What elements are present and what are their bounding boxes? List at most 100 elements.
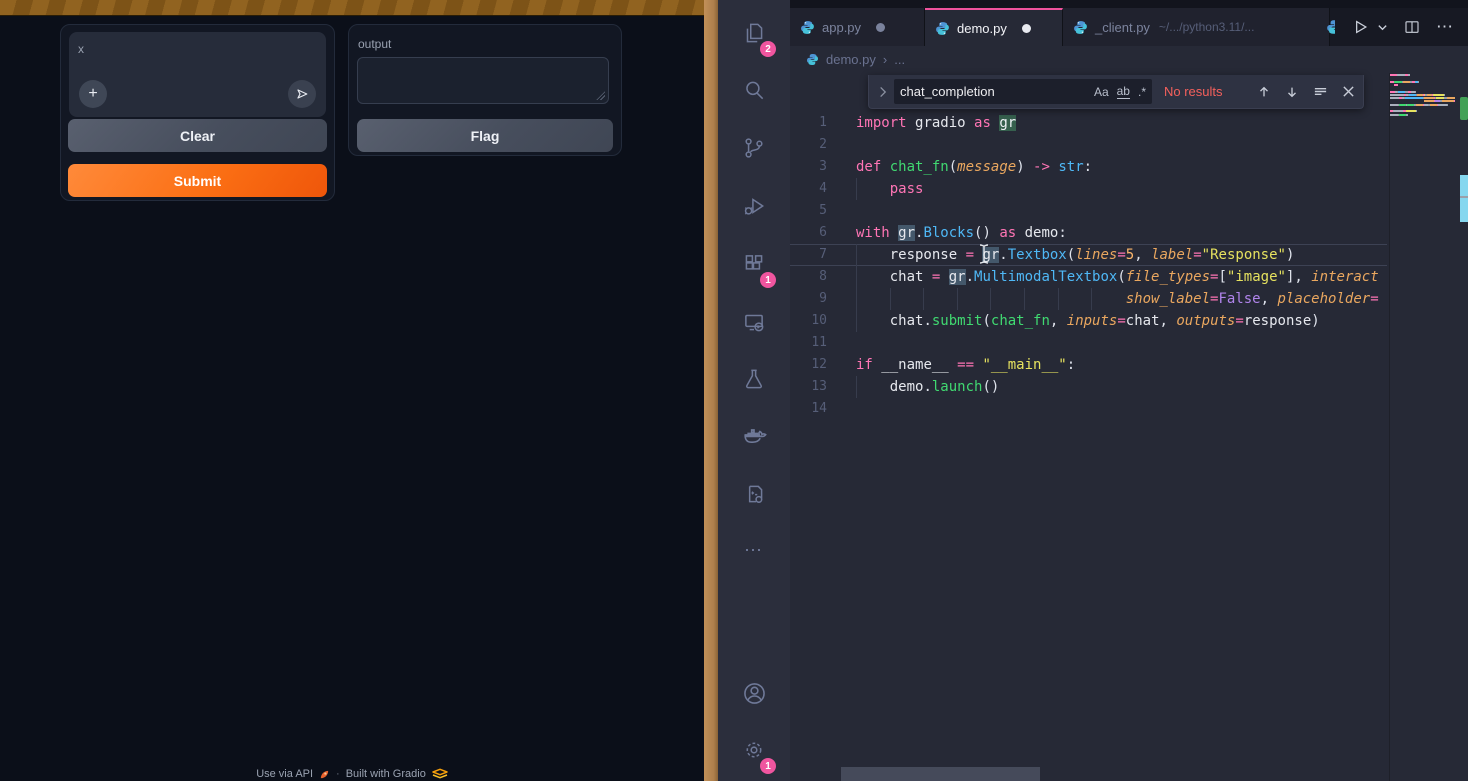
code-text: chat = gr.MultimodalTextbox(file_types=[… xyxy=(856,266,1379,288)
code-line[interactable]: 14 xyxy=(790,398,1387,420)
explorer-badge: 2 xyxy=(760,41,776,57)
clipped-tab-python-icon xyxy=(1326,19,1335,35)
line-number: 11 xyxy=(790,332,827,354)
close-find-button[interactable] xyxy=(1342,85,1355,98)
line-number: 2 xyxy=(790,134,827,156)
output-textarea[interactable] xyxy=(357,57,609,104)
more-actions-button[interactable]: ⋯ xyxy=(1436,17,1454,37)
send-button[interactable] xyxy=(288,80,316,108)
code-text: chat.submit(chat_fn, inputs=chat, output… xyxy=(856,310,1320,332)
tab-label: _client.py xyxy=(1095,20,1150,35)
whole-word-toggle[interactable]: ab xyxy=(1117,84,1130,99)
code-line[interactable]: 8 chat = gr.MultimodalTextbox(file_types… xyxy=(790,266,1387,288)
line-number: 6 xyxy=(790,222,827,244)
code-line[interactable]: 7 response = gr.Textbox(lines=5, label="… xyxy=(790,244,1387,266)
split-editor-button[interactable] xyxy=(1403,18,1421,36)
account-icon[interactable] xyxy=(718,669,790,717)
send-icon xyxy=(294,86,310,102)
browser-top-stripe xyxy=(0,0,718,16)
activity-bar: 2 1 xyxy=(718,0,790,781)
overview-ruler[interactable] xyxy=(1460,0,1468,781)
run-dropdown-chevron-icon[interactable] xyxy=(1377,22,1388,33)
find-input[interactable]: chat_completion Aa ab .* xyxy=(894,79,1152,104)
breadcrumb-more[interactable]: ... xyxy=(894,52,905,67)
find-widget: chat_completion Aa ab .* No results xyxy=(868,75,1364,109)
source-control-icon[interactable] xyxy=(718,124,790,172)
line-number: 14 xyxy=(790,398,827,420)
minimap-line xyxy=(1390,114,1408,116)
horizontal-scrollbar[interactable] xyxy=(841,767,1040,781)
output-label: output xyxy=(358,37,391,51)
remote-explorer-icon[interactable] xyxy=(718,298,790,346)
docker-icon[interactable] xyxy=(718,413,790,461)
code-line[interactable]: 3def chat_fn(message) -> str: xyxy=(790,156,1387,178)
line-number: 8 xyxy=(790,266,827,288)
built-with-gradio-link[interactable]: Built with Gradio xyxy=(346,768,426,780)
minimap-line xyxy=(1390,110,1417,112)
regex-toggle[interactable]: .* xyxy=(1138,85,1146,99)
screenshot-stage: x + Clear Submit output Flag Use via API xyxy=(0,0,1468,781)
minimap-line xyxy=(1390,84,1398,86)
code-line[interactable]: 1import gradio as gr xyxy=(790,112,1387,134)
run-python-file-button[interactable] xyxy=(1350,17,1370,37)
code-line[interactable]: 11 xyxy=(790,332,1387,354)
ruler-mark-green xyxy=(1460,97,1468,120)
modified-dot[interactable] xyxy=(1022,24,1031,33)
line-number: 13 xyxy=(790,376,827,398)
tab-description: ~/.../python3.11/... xyxy=(1159,20,1255,34)
find-in-selection-button[interactable] xyxy=(1313,84,1328,99)
find-status: No results xyxy=(1164,84,1223,99)
use-via-api-link[interactable]: Use via API xyxy=(256,768,313,780)
find-query-text[interactable]: chat_completion xyxy=(900,84,1086,99)
minimap-line xyxy=(1390,81,1419,83)
line-number: 4 xyxy=(790,178,827,200)
previous-match-button[interactable] xyxy=(1257,85,1271,99)
multimodal-textbox[interactable]: x + xyxy=(69,32,326,117)
run-debug-icon[interactable] xyxy=(718,182,790,230)
minimap-line xyxy=(1390,104,1448,106)
code-line[interactable]: 4 pass xyxy=(790,178,1387,200)
line-number: 1 xyxy=(790,112,827,134)
code-line[interactable]: 12if __name__ == "__main__": xyxy=(790,354,1387,376)
search-icon[interactable] xyxy=(718,66,790,114)
explorer-icon[interactable]: 2 xyxy=(718,9,790,57)
tab-label: demo.py xyxy=(957,21,1007,36)
code-line[interactable]: 6with gr.Blocks() as demo: xyxy=(790,222,1387,244)
flag-button[interactable]: Flag xyxy=(357,119,613,152)
code-line[interactable]: 13 demo.launch() xyxy=(790,376,1387,398)
editor-actions: ⋯ xyxy=(1326,8,1468,46)
code-editor[interactable]: 1import gradio as gr23def chat_fn(messag… xyxy=(790,73,1387,781)
next-match-button[interactable] xyxy=(1285,85,1299,99)
toggle-replace-chevron-icon[interactable] xyxy=(877,85,888,99)
line-number: 7 xyxy=(790,244,827,266)
submit-button[interactable]: Submit xyxy=(68,164,327,197)
attach-file-button[interactable]: + xyxy=(79,80,107,108)
more-views-icon[interactable]: ⋯ xyxy=(718,526,790,574)
file-settings-icon[interactable] xyxy=(718,470,790,518)
test-beaker-icon[interactable] xyxy=(718,355,790,403)
rocket-icon xyxy=(319,769,330,780)
tab-demo-py[interactable]: demo.py xyxy=(925,8,1063,46)
breadcrumb-file[interactable]: demo.py xyxy=(826,52,876,67)
minimap-line xyxy=(1390,74,1410,76)
ruler-mark-cyan xyxy=(1460,175,1468,222)
code-line[interactable]: 10 chat.submit(chat_fn, inputs=chat, out… xyxy=(790,310,1387,332)
clear-button[interactable]: Clear xyxy=(68,119,327,152)
code-line[interactable]: 5 xyxy=(790,200,1387,222)
minimap-divider xyxy=(1389,73,1390,781)
extensions-icon[interactable]: 1 xyxy=(718,240,790,288)
gradio-app-panel: x + Clear Submit output Flag Use via API xyxy=(0,0,704,781)
settings-gear-icon[interactable]: 1 xyxy=(718,726,790,774)
resize-handle[interactable] xyxy=(596,91,605,100)
tab-app-py[interactable]: app.py xyxy=(790,8,925,46)
modified-dot[interactable] xyxy=(876,23,885,32)
tab-client-py[interactable]: _client.py ~/.../python3.11/... xyxy=(1063,8,1330,46)
footer-separator: · xyxy=(336,768,340,780)
minimap[interactable] xyxy=(1390,74,1460,134)
code-text: pass xyxy=(856,178,923,200)
code-line[interactable]: 2 xyxy=(790,134,1387,156)
code-text: def chat_fn(message) -> str: xyxy=(856,156,1092,178)
settings-badge: 1 xyxy=(760,758,776,774)
match-case-toggle[interactable]: Aa xyxy=(1094,85,1109,99)
code-line[interactable]: 9 show_label=False, placeholder= xyxy=(790,288,1387,310)
